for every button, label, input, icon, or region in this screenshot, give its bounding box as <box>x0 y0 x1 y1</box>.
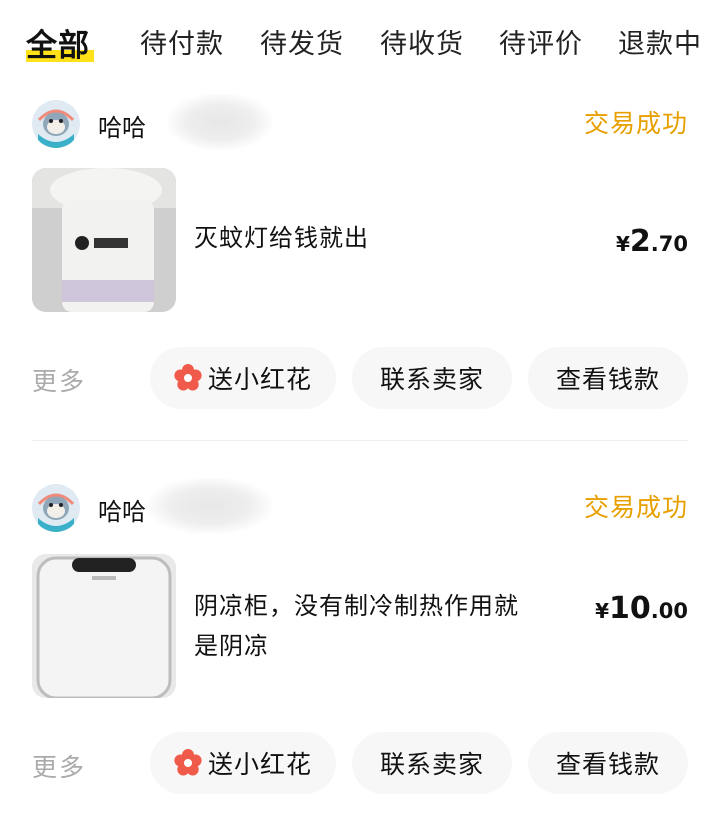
product-thumbnail[interactable] <box>32 554 176 698</box>
tab-pending-receipt[interactable]: 待收货 <box>380 22 464 61</box>
view-payment-button[interactable]: 查看钱款 <box>528 732 688 794</box>
tab-pending-shipment[interactable]: 待发货 <box>260 22 344 61</box>
tab-pending-payment[interactable]: 待付款 <box>140 22 224 61</box>
order-tabs: 全部 待付款 待发货 待收货 待评价 退款中 <box>0 0 720 84</box>
avatar[interactable] <box>32 484 80 532</box>
contact-seller-label: 联系卖家 <box>379 365 484 394</box>
flower-icon <box>174 749 202 777</box>
view-payment-label: 查看钱款 <box>555 750 660 779</box>
product-title[interactable]: 阴凉柜，没有制冷制热作用就 是阴凉 <box>194 586 519 666</box>
shop-row[interactable]: 哈哈 交易成功 <box>32 478 688 534</box>
product-price: ¥2.70 <box>616 224 688 259</box>
shop-row[interactable]: 哈哈 交易成功 <box>32 94 688 150</box>
avatar[interactable] <box>32 100 80 148</box>
blurred-name-mask <box>148 478 272 534</box>
flower-icon <box>174 364 202 392</box>
shop-name: 哈哈 <box>98 498 146 526</box>
blurred-name-mask <box>168 94 272 150</box>
view-payment-label: 查看钱款 <box>555 365 660 394</box>
send-flower-button[interactable]: 送小红花 <box>150 732 336 794</box>
send-flower-label: 送小红花 <box>207 750 312 779</box>
more-button[interactable]: 更多 <box>32 748 86 784</box>
order-status: 交易成功 <box>583 109 688 138</box>
send-flower-button[interactable]: 送小红花 <box>150 347 336 409</box>
contact-seller-button[interactable]: 联系卖家 <box>352 732 512 794</box>
shop-name: 哈哈 <box>98 114 146 142</box>
contact-seller-label: 联系卖家 <box>379 750 484 779</box>
tab-refunding[interactable]: 退款中 <box>618 22 702 61</box>
order-status: 交易成功 <box>583 493 688 522</box>
tab-all[interactable]: 全部 <box>26 20 90 65</box>
more-button[interactable]: 更多 <box>32 362 86 398</box>
contact-seller-button[interactable]: 联系卖家 <box>352 347 512 409</box>
view-payment-button[interactable]: 查看钱款 <box>528 347 688 409</box>
tab-pending-review[interactable]: 待评价 <box>499 22 583 61</box>
order-divider <box>32 440 688 441</box>
send-flower-label: 送小红花 <box>207 365 312 394</box>
product-price: ¥10.00 <box>595 591 688 626</box>
product-thumbnail[interactable] <box>32 168 176 312</box>
product-title[interactable]: 灭蚊灯给钱就出 <box>194 218 369 258</box>
